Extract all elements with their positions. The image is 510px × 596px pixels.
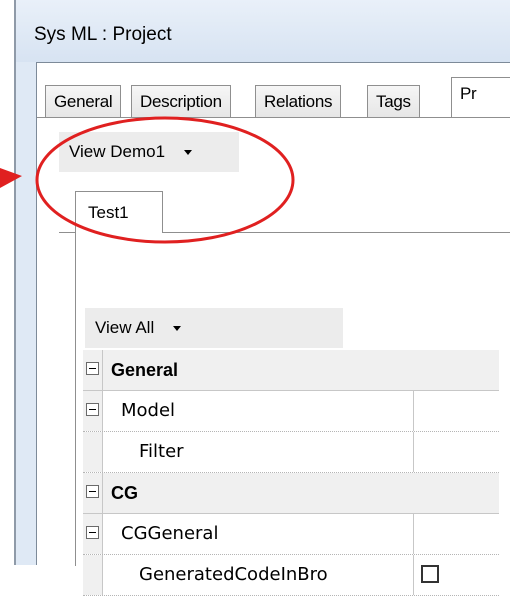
tab-properties[interactable]: Pr <box>451 77 510 118</box>
properties-panel: General Description Relations Tags Pr Vi… <box>36 62 510 596</box>
tab-test1[interactable]: Test1 <box>75 191 163 233</box>
row-gutter <box>83 514 103 554</box>
property-row[interactable]: CGGeneral <box>83 514 499 555</box>
column-divider <box>413 514 414 554</box>
category-row[interactable]: General <box>83 350 499 391</box>
tab-description[interactable]: Description <box>131 85 231 117</box>
collapse-icon[interactable] <box>86 485 99 498</box>
row-gutter <box>83 391 103 431</box>
tab-strip: General Description Relations Tags Pr <box>37 77 510 118</box>
column-divider <box>413 432 414 472</box>
property-grid: General Model Filter CG CGGeneral Genera… <box>83 350 499 596</box>
tab-content: View Demo1 Test1 View All General Model <box>37 118 510 596</box>
row-gutter <box>83 350 103 390</box>
property-label: CGGeneral <box>121 523 219 544</box>
view-all-label: View All <box>95 318 155 337</box>
title-bar: Sys ML : Project <box>16 0 510 62</box>
tab-tags[interactable]: Tags <box>367 85 420 117</box>
inner-tab-border-left <box>59 232 75 233</box>
property-label: GeneratedCodeInBro <box>139 564 328 585</box>
collapse-icon[interactable] <box>86 526 99 539</box>
view-dropdown-label: View Demo1 <box>69 142 166 161</box>
properties-window: Sys ML : Project General Description Rel… <box>14 0 510 596</box>
column-divider <box>413 555 414 595</box>
window-title: Sys ML : Project <box>34 24 172 45</box>
row-gutter <box>83 432 103 472</box>
property-label: Filter <box>139 441 184 462</box>
tab-relations[interactable]: Relations <box>255 85 342 117</box>
property-row[interactable]: GeneratedCodeInBro <box>83 555 499 596</box>
row-gutter <box>83 555 103 595</box>
tab-general[interactable]: General <box>45 85 122 117</box>
chevron-down-icon <box>172 326 181 332</box>
property-row[interactable]: Model <box>83 391 499 432</box>
column-divider <box>413 391 414 431</box>
category-row[interactable]: CG <box>83 473 499 514</box>
view-dropdown[interactable]: View Demo1 <box>59 132 239 172</box>
chevron-down-icon <box>183 150 192 156</box>
collapse-icon[interactable] <box>86 403 99 416</box>
row-gutter <box>83 473 103 513</box>
category-label: General <box>111 360 179 380</box>
category-label: CG <box>111 483 138 503</box>
view-all-dropdown[interactable]: View All <box>85 308 343 348</box>
generated-code-checkbox[interactable] <box>421 565 439 583</box>
property-label: Model <box>121 400 176 421</box>
collapse-icon[interactable] <box>86 362 99 375</box>
property-row[interactable]: Filter <box>83 432 499 473</box>
